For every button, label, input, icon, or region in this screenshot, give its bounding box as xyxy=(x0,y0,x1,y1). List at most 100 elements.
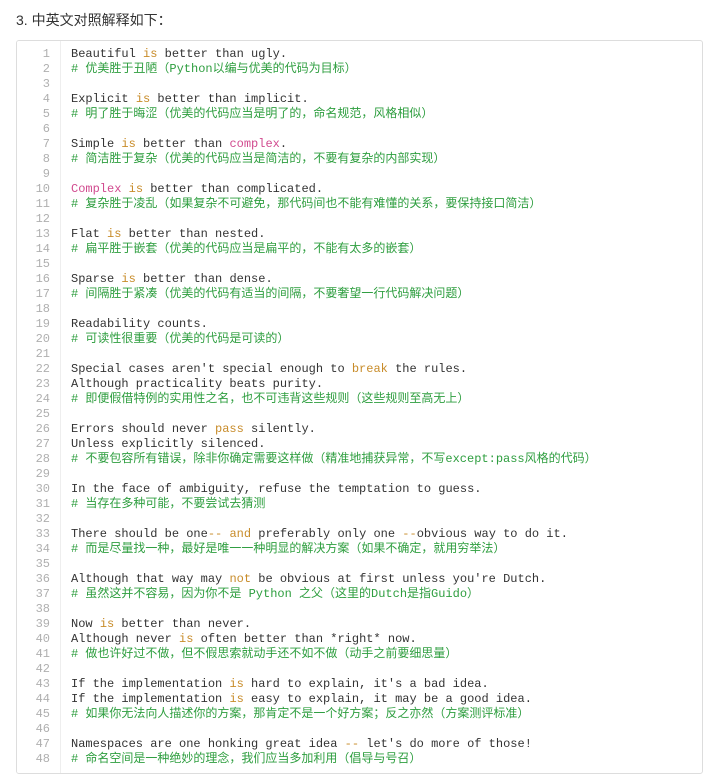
code-line: Flat is better than nested. xyxy=(71,227,692,242)
code-token-kw: is xyxy=(107,227,121,241)
code-line xyxy=(71,407,692,422)
line-number: 24 xyxy=(23,392,50,407)
code-line: # 扁平胜于嵌套（优美的代码应当是扁平的，不能有太多的嵌套） xyxy=(71,242,692,257)
line-number: 37 xyxy=(23,587,50,602)
code-token-cm: # 如果你无法向人描述你的方案，那肯定不是一个好方案；反之亦然（方案测评标准） xyxy=(71,707,529,721)
code-line: # 当存在多种可能，不要尝试去猜测 xyxy=(71,497,692,512)
line-number: 44 xyxy=(23,692,50,707)
line-number: 11 xyxy=(23,197,50,212)
code-token-name: complex xyxy=(229,137,279,151)
code-token: silently. xyxy=(244,422,316,436)
code-token: Special cases aren't special enough to xyxy=(71,362,352,376)
code-line: Special cases aren't special enough to b… xyxy=(71,362,692,377)
code-line: # 间隔胜于紧凑（优美的代码有适当的间隔，不要奢望一行代码解决问题） xyxy=(71,287,692,302)
code-line: # 即便假借特例的实用性之名，也不可违背这些规则（这些规则至高无上） xyxy=(71,392,692,407)
code-token-op: -- xyxy=(402,527,416,541)
code-token: better than dense. xyxy=(136,272,273,286)
code-line: Namespaces are one honking great idea --… xyxy=(71,737,692,752)
code-token: Errors should never xyxy=(71,422,215,436)
code-token-kw: and xyxy=(229,527,251,541)
line-number: 3 xyxy=(23,77,50,92)
section-heading: 3. 中英文对照解释如下： xyxy=(16,10,703,30)
code-token-name: Complex xyxy=(71,182,121,196)
line-number: 28 xyxy=(23,452,50,467)
code-token-kw: not xyxy=(229,572,251,586)
code-token: Unless explicitly silenced. xyxy=(71,437,265,451)
line-number: 39 xyxy=(23,617,50,632)
line-number: 14 xyxy=(23,242,50,257)
code-token: better than nested. xyxy=(121,227,265,241)
code-token: Sparse xyxy=(71,272,121,286)
line-number: 13 xyxy=(23,227,50,242)
code-token: . xyxy=(280,137,287,151)
line-number: 15 xyxy=(23,257,50,272)
code-token-kw: is xyxy=(121,272,135,286)
code-token-cm: # 即便假借特例的实用性之名，也不可违背这些规则（这些规则至高无上） xyxy=(71,392,469,406)
code-token: better than complicated. xyxy=(143,182,323,196)
line-number: 48 xyxy=(23,752,50,767)
code-token: Namespaces are one honking great idea xyxy=(71,737,345,751)
line-number: 38 xyxy=(23,602,50,617)
line-number: 7 xyxy=(23,137,50,152)
code-token-op: -- xyxy=(345,737,359,751)
line-number: 19 xyxy=(23,317,50,332)
code-token-kw: is xyxy=(179,632,193,646)
code-token: Although practicality beats purity. xyxy=(71,377,323,391)
code-line: # 可读性很重要（优美的代码是可读的） xyxy=(71,332,692,347)
line-number: 36 xyxy=(23,572,50,587)
code-line xyxy=(71,662,692,677)
line-number: 33 xyxy=(23,527,50,542)
code-line: Although practicality beats purity. xyxy=(71,377,692,392)
code-line: Beautiful is better than ugly. xyxy=(71,47,692,62)
code-token: If the implementation xyxy=(71,692,229,706)
code-line: Errors should never pass silently. xyxy=(71,422,692,437)
line-number: 45 xyxy=(23,707,50,722)
line-number: 31 xyxy=(23,497,50,512)
code-token: In the face of ambiguity, refuse the tem… xyxy=(71,482,481,496)
line-number: 34 xyxy=(23,542,50,557)
code-token: If the implementation xyxy=(71,677,229,691)
code-line: # 不要包容所有错误，除非你确定需要这样做（精准地捕获异常，不写except:p… xyxy=(71,452,692,467)
code-content: Beautiful is better than ugly.# 优美胜于丑陋（P… xyxy=(61,41,702,773)
code-token: Although never xyxy=(71,632,179,646)
code-token-kw: is xyxy=(136,92,150,106)
code-token: be obvious at first unless you're Dutch. xyxy=(251,572,546,586)
code-token-kw: break xyxy=(352,362,388,376)
code-token-cm: # 而是尽量找一种，最好是唯一一种明显的解决方案（如果不确定，就用穷举法） xyxy=(71,542,505,556)
code-token: Explicit xyxy=(71,92,136,106)
code-line xyxy=(71,557,692,572)
code-line: # 优美胜于丑陋（Python以编与优美的代码为目标） xyxy=(71,62,692,77)
code-token-cm: # 明了胜于晦涩（优美的代码应当是明了的，命名规范，风格相似） xyxy=(71,107,433,121)
code-token: better than ugly. xyxy=(157,47,287,61)
line-number: 27 xyxy=(23,437,50,452)
code-block: 1234567891011121314151617181920212223242… xyxy=(16,40,703,774)
line-number: 42 xyxy=(23,662,50,677)
line-number: 12 xyxy=(23,212,50,227)
code-line: Although never is often better than *rig… xyxy=(71,632,692,647)
code-token: Readability counts. xyxy=(71,317,208,331)
code-line: # 虽然这并不容易，因为你不是 Python 之父（这里的Dutch是指Guid… xyxy=(71,587,692,602)
line-number: 5 xyxy=(23,107,50,122)
code-line: # 如果你无法向人描述你的方案，那肯定不是一个好方案；反之亦然（方案测评标准） xyxy=(71,707,692,722)
line-number: 23 xyxy=(23,377,50,392)
line-number: 21 xyxy=(23,347,50,362)
line-number: 4 xyxy=(23,92,50,107)
code-token: obvious way to do it. xyxy=(417,527,568,541)
code-line: # 命名空间是一种绝妙的理念，我们应当多加利用（倡导与号召） xyxy=(71,752,692,767)
code-line: # 而是尽量找一种，最好是唯一一种明显的解决方案（如果不确定，就用穷举法） xyxy=(71,542,692,557)
code-line xyxy=(71,302,692,317)
line-number: 1 xyxy=(23,47,50,62)
line-number: 43 xyxy=(23,677,50,692)
line-number: 2 xyxy=(23,62,50,77)
code-line: Unless explicitly silenced. xyxy=(71,437,692,452)
code-line xyxy=(71,212,692,227)
code-line: Simple is better than complex. xyxy=(71,137,692,152)
code-token-cm: # 复杂胜于凌乱（如果复杂不可避免，那代码间也不能有难懂的关系，要保持接口简洁） xyxy=(71,197,541,211)
line-number: 25 xyxy=(23,407,50,422)
line-number: 26 xyxy=(23,422,50,437)
line-number: 30 xyxy=(23,482,50,497)
code-token-cm: # 可读性很重要（优美的代码是可读的） xyxy=(71,332,289,346)
code-line xyxy=(71,512,692,527)
code-line: Although that way may not be obvious at … xyxy=(71,572,692,587)
code-token: often better than *right* now. xyxy=(193,632,416,646)
